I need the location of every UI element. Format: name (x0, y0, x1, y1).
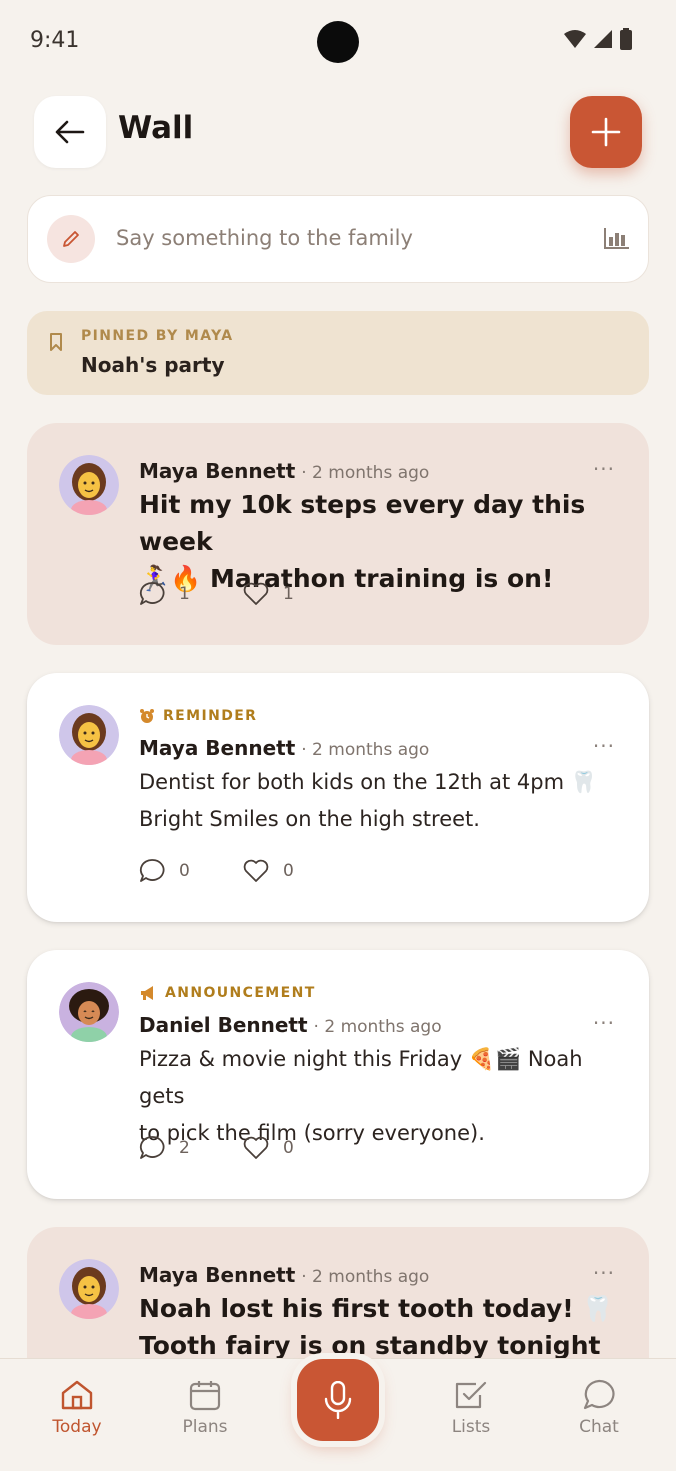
post-meta: Maya Bennett · 2 months ago (139, 1263, 429, 1287)
nav-item-plans[interactable]: Plans (145, 1379, 265, 1437)
post-kind: ANNOUNCEMENT (139, 985, 316, 1001)
heart-icon (243, 859, 269, 882)
post-author: Daniel Bennett (139, 1013, 308, 1037)
nav-item-today[interactable]: Today (17, 1379, 137, 1437)
status-time: 9:41 (30, 28, 80, 53)
post-kind-label: REMINDER (163, 708, 258, 724)
post-body-line: Pizza & movie night this Friday 🍕🎬 Noah … (139, 1047, 583, 1108)
post-actions: 1 1 (139, 581, 347, 607)
bottom-nav: Today Plans Lists Chat (0, 1358, 676, 1471)
like-button[interactable]: 0 (243, 1136, 347, 1160)
page-title: Wall (118, 110, 194, 146)
avatar (59, 455, 119, 515)
comment-icon (139, 859, 165, 882)
post-actions: 0 0 (139, 858, 347, 884)
comment-button[interactable]: 0 (139, 858, 243, 884)
nav-label-chat: Chat (579, 1417, 619, 1437)
alarm-clock-icon (140, 709, 154, 723)
nav-item-chat[interactable]: Chat (539, 1379, 659, 1437)
checkbox-icon (455, 1381, 487, 1409)
system-icons (564, 28, 632, 50)
comment-icon (139, 582, 165, 605)
wifi-icon (564, 30, 586, 48)
poll-icon[interactable] (604, 227, 630, 253)
post-body-line: Dentist for both kids on the 12th at 4pm… (139, 770, 597, 794)
post-author: Maya Bennett (139, 736, 296, 760)
more-options-button[interactable]: ··· (593, 1011, 615, 1035)
post-author: Maya Bennett (139, 1263, 296, 1287)
home-icon (61, 1380, 93, 1410)
like-count: 0 (283, 1138, 294, 1158)
status-bar: 9:41 (0, 0, 676, 84)
nav-item-lists[interactable]: Lists (411, 1379, 531, 1437)
post-card[interactable]: REMINDER Maya Bennett · 2 months ago ···… (27, 673, 649, 922)
microphone-icon (324, 1381, 352, 1419)
post-author: Maya Bennett (139, 459, 296, 483)
post-actions: 2 0 (139, 1135, 347, 1161)
like-count: 0 (283, 861, 294, 881)
battery-icon (620, 28, 632, 50)
post-meta: Maya Bennett · 2 months ago (139, 736, 429, 760)
post-composer[interactable]: Say something to the family (27, 195, 649, 283)
calendar-icon (189, 1381, 221, 1411)
post-body-line: Noah lost his first tooth today! 🦷 (139, 1294, 614, 1323)
voice-record-button[interactable] (297, 1359, 379, 1441)
like-button[interactable]: 1 (243, 582, 347, 606)
post-time: · 2 months ago (301, 1267, 430, 1287)
post-card[interactable]: ANNOUNCEMENT Daniel Bennett · 2 months a… (27, 950, 649, 1199)
composer-placeholder: Say something to the family (116, 226, 413, 250)
comment-button[interactable]: 2 (139, 1135, 243, 1161)
post-body: Dentist for both kids on the 12th at 4pm… (139, 764, 619, 838)
pencil-icon (47, 215, 95, 263)
nav-label-plans: Plans (182, 1417, 228, 1437)
post-card[interactable]: Maya Bennett · 2 months ago ··· Hit my 1… (27, 423, 649, 645)
plus-icon (591, 117, 621, 147)
add-post-button[interactable] (570, 96, 642, 168)
nav-label-today: Today (52, 1417, 102, 1437)
like-count: 1 (283, 584, 294, 604)
bookmark-icon (50, 333, 62, 351)
avatar (59, 1259, 119, 1319)
post-time: · 2 months ago (313, 1017, 442, 1037)
more-options-button[interactable]: ··· (593, 457, 615, 481)
like-button[interactable]: 0 (243, 859, 347, 883)
post-kind-label: ANNOUNCEMENT (165, 985, 316, 1001)
megaphone-icon (141, 986, 153, 1000)
avatar (59, 705, 119, 765)
back-button[interactable] (34, 96, 106, 168)
avatar (59, 982, 119, 1042)
post-body-line: Hit my 10k steps every day this week (139, 490, 586, 556)
arrow-left-icon (55, 120, 85, 144)
pinned-card[interactable]: PINNED BY MAYA Noah's party (27, 311, 649, 395)
camera-cutout (317, 21, 359, 63)
post-kind: REMINDER (139, 708, 257, 724)
comment-count: 1 (179, 584, 190, 604)
more-options-button[interactable]: ··· (593, 734, 615, 758)
post-meta: Daniel Bennett · 2 months ago (139, 1013, 442, 1037)
comment-count: 2 (179, 1138, 190, 1158)
pinned-title: Noah's party (81, 353, 225, 377)
comment-count: 0 (179, 861, 190, 881)
heart-icon (243, 1136, 269, 1159)
more-options-button[interactable]: ··· (593, 1261, 615, 1285)
post-body-line: Bright Smiles on the high street. (139, 807, 480, 831)
comment-icon (139, 1136, 165, 1159)
post-time: · 2 months ago (301, 740, 430, 760)
heart-icon (243, 582, 269, 605)
post-time: · 2 months ago (301, 463, 430, 483)
page-header: Wall (0, 96, 676, 168)
comment-button[interactable]: 1 (139, 581, 243, 607)
post-meta: Maya Bennett · 2 months ago (139, 459, 429, 483)
signal-icon (594, 30, 612, 48)
nav-label-lists: Lists (451, 1417, 491, 1437)
chat-bubble-icon (583, 1379, 615, 1410)
pinned-label: PINNED BY MAYA (81, 328, 234, 344)
